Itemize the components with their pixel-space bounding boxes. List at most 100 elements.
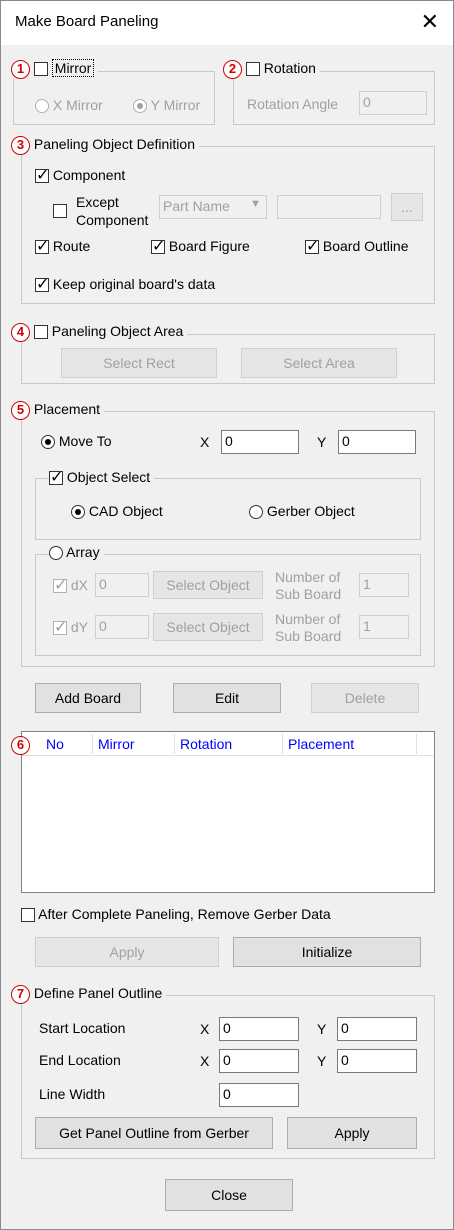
column-placement[interactable]: Placement bbox=[288, 736, 354, 752]
close-icon[interactable]: ✕ bbox=[421, 9, 439, 35]
browse-button[interactable]: ... bbox=[391, 193, 423, 221]
gerber-object-label: Gerber Object bbox=[266, 503, 355, 519]
part-name-select[interactable]: Part Name ▼ bbox=[159, 195, 267, 219]
component-checkbox[interactable] bbox=[35, 165, 49, 185]
column-rotation[interactable]: Rotation bbox=[180, 736, 232, 752]
dx-option[interactable]: dX bbox=[53, 575, 89, 595]
board-outline-checkbox[interactable] bbox=[305, 236, 319, 256]
select-rect-button[interactable]: Select Rect bbox=[61, 348, 217, 378]
close-button[interactable]: Close bbox=[165, 1179, 293, 1211]
dy-input[interactable]: 0 bbox=[95, 615, 149, 639]
gerber-object-option[interactable]: Gerber Object bbox=[249, 503, 355, 520]
route-checkbox[interactable] bbox=[35, 236, 49, 256]
move-to-radio[interactable] bbox=[41, 435, 55, 450]
initialize-button[interactable]: Initialize bbox=[233, 937, 421, 967]
dy-label: dY bbox=[70, 619, 89, 635]
board-figure-checkbox[interactable] bbox=[151, 236, 165, 256]
area-checkbox[interactable] bbox=[33, 325, 48, 340]
array-header[interactable]: Array bbox=[49, 544, 104, 561]
sub-board-x-input[interactable]: 1 bbox=[359, 573, 409, 597]
sub-board-y-input[interactable]: 1 bbox=[359, 615, 409, 639]
cad-object-option[interactable]: CAD Object bbox=[71, 503, 163, 520]
x-mirror-option[interactable]: X Mirror bbox=[35, 97, 103, 114]
object-select-header: Object Select bbox=[49, 467, 155, 487]
marker-5: 5 bbox=[11, 401, 30, 420]
sub-board-x-line-2: Sub Board bbox=[275, 586, 342, 602]
remove-gerber-checkbox[interactable] bbox=[21, 908, 35, 923]
column-no[interactable]: No bbox=[46, 736, 64, 752]
dy-checkbox[interactable] bbox=[53, 617, 67, 637]
dy-option[interactable]: dY bbox=[53, 617, 89, 637]
marker-2: 2 bbox=[223, 60, 242, 79]
dx-input[interactable]: 0 bbox=[95, 573, 149, 597]
placement-header: 5 Placement bbox=[11, 401, 105, 420]
x-mirror-radio[interactable] bbox=[35, 99, 49, 114]
board-list[interactable]: No Mirror Rotation Placement bbox=[21, 731, 435, 893]
sub-board-x-line-1: Number of bbox=[275, 569, 341, 585]
dialog-window: Make Board Paneling ✕ 1 Mirror X Mirror … bbox=[0, 0, 454, 1230]
column-divider bbox=[416, 734, 417, 754]
x-mirror-label: X Mirror bbox=[52, 97, 103, 113]
remove-gerber-label: After Complete Paneling, Remove Gerber D… bbox=[38, 906, 331, 922]
start-x-input[interactable]: 0 bbox=[219, 1017, 299, 1041]
window-title: Make Board Paneling bbox=[15, 13, 159, 30]
sub-board-y-line-2: Sub Board bbox=[275, 628, 342, 644]
start-y-input[interactable]: 0 bbox=[337, 1017, 417, 1041]
edit-button[interactable]: Edit bbox=[173, 683, 281, 713]
move-y-input[interactable]: 0 bbox=[338, 430, 416, 454]
line-width-input[interactable]: 0 bbox=[219, 1083, 299, 1107]
object-select-checkbox[interactable] bbox=[49, 467, 63, 487]
except-line-1: Except bbox=[76, 194, 119, 210]
chevron-down-icon: ▼ bbox=[250, 198, 261, 210]
dx-checkbox[interactable] bbox=[53, 575, 67, 595]
column-divider bbox=[92, 734, 93, 754]
end-x-input[interactable]: 0 bbox=[219, 1049, 299, 1073]
cad-object-radio[interactable] bbox=[71, 505, 85, 520]
start-location-label: Start Location bbox=[39, 1020, 126, 1036]
object-select-label: Object Select bbox=[66, 469, 151, 485]
except-component-checkbox[interactable] bbox=[53, 204, 67, 219]
line-width-label: Line Width bbox=[39, 1086, 106, 1102]
title-bar: Make Board Paneling ✕ bbox=[1, 1, 453, 45]
keep-data-option[interactable]: Keep original board's data bbox=[35, 274, 215, 294]
rotation-checkbox[interactable] bbox=[245, 62, 260, 77]
mirror-checkbox[interactable] bbox=[33, 62, 48, 77]
move-to-option[interactable]: Move To bbox=[41, 433, 112, 450]
array-radio[interactable] bbox=[49, 546, 63, 561]
marker-6: 6 bbox=[11, 736, 30, 755]
marker-4: 4 bbox=[11, 323, 30, 342]
cad-object-label: CAD Object bbox=[88, 503, 163, 519]
component-option[interactable]: Component bbox=[35, 165, 125, 185]
y-mirror-radio[interactable] bbox=[133, 99, 147, 114]
marker-7: 7 bbox=[11, 985, 30, 1004]
sub-board-y-line-1: Number of bbox=[275, 611, 341, 627]
get-panel-outline-button[interactable]: Get Panel Outline from Gerber bbox=[35, 1117, 273, 1149]
select-area-button[interactable]: Select Area bbox=[241, 348, 397, 378]
board-figure-option[interactable]: Board Figure bbox=[151, 236, 250, 256]
keep-data-checkbox[interactable] bbox=[35, 274, 49, 294]
route-option[interactable]: Route bbox=[35, 236, 90, 256]
area-header: 4 Paneling Object Area bbox=[11, 323, 188, 342]
part-name-input[interactable] bbox=[277, 195, 381, 219]
rotation-label: Rotation bbox=[263, 60, 316, 76]
column-mirror[interactable]: Mirror bbox=[98, 736, 135, 752]
dx-label: dX bbox=[70, 577, 89, 593]
board-outline-option[interactable]: Board Outline bbox=[305, 236, 409, 256]
except-component-option[interactable] bbox=[53, 202, 67, 219]
select-object-dx-button[interactable]: Select Object bbox=[153, 571, 263, 599]
move-y-label: Y bbox=[317, 434, 327, 450]
add-board-button[interactable]: Add Board bbox=[35, 683, 141, 713]
move-x-input[interactable]: 0 bbox=[221, 430, 299, 454]
outline-apply-button[interactable]: Apply bbox=[287, 1117, 417, 1149]
rotation-angle-input[interactable]: 0 bbox=[359, 91, 427, 115]
gerber-object-radio[interactable] bbox=[249, 505, 263, 520]
select-object-dy-button[interactable]: Select Object bbox=[153, 613, 263, 641]
y-mirror-option[interactable]: Y Mirror bbox=[133, 97, 201, 114]
marker-1: 1 bbox=[11, 60, 30, 79]
end-y-input[interactable]: 0 bbox=[337, 1049, 417, 1073]
apply-button[interactable]: Apply bbox=[35, 937, 219, 967]
remove-gerber-option[interactable]: After Complete Paneling, Remove Gerber D… bbox=[21, 906, 331, 923]
marker-6-wrap: 6 bbox=[11, 736, 30, 755]
y-mirror-label: Y Mirror bbox=[150, 97, 201, 113]
delete-button[interactable]: Delete bbox=[311, 683, 419, 713]
